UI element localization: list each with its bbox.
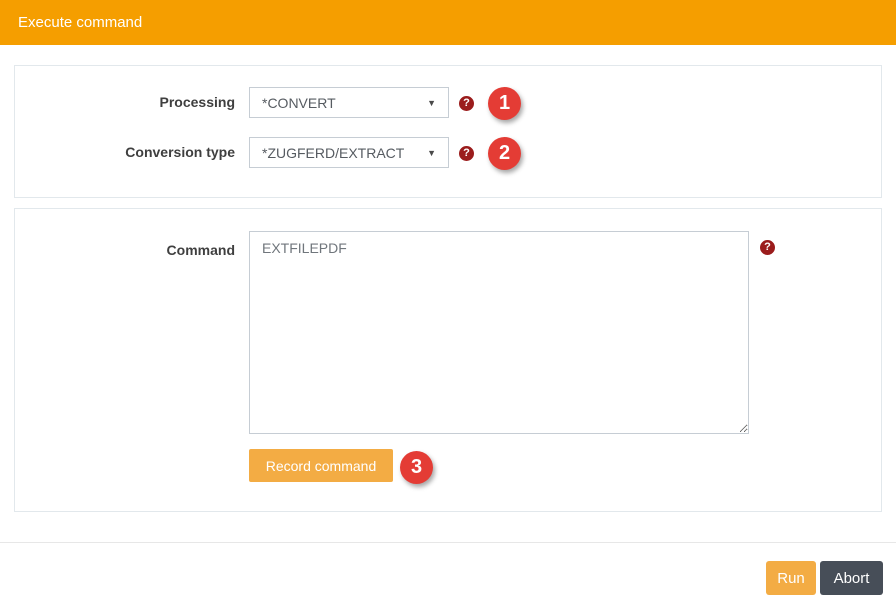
- command-textarea[interactable]: EXTFILEPDF: [249, 231, 749, 434]
- step-badge-3: 3: [400, 451, 433, 484]
- dialog-header: Execute command: [0, 0, 896, 45]
- record-command-button[interactable]: Record command: [249, 449, 393, 482]
- execute-command-dialog: Execute command Processing *CONVERT ▼ ? …: [0, 0, 896, 608]
- conversion-type-label: Conversion type: [15, 137, 235, 168]
- command-label: Command: [15, 235, 235, 266]
- dialog-title: Execute command: [18, 14, 142, 31]
- footer-divider: [0, 542, 896, 543]
- command-help-icon[interactable]: ?: [760, 240, 775, 255]
- processing-label: Processing: [15, 87, 235, 118]
- processing-select[interactable]: *CONVERT ▼: [249, 87, 449, 118]
- processing-help-icon[interactable]: ?: [459, 96, 474, 111]
- processing-select-value: *CONVERT: [262, 95, 421, 111]
- conversion-type-select[interactable]: *ZUGFERD/EXTRACT ▼: [249, 137, 449, 168]
- options-panel: Processing *CONVERT ▼ ? 1 Conversion typ…: [14, 65, 882, 198]
- chevron-down-icon: ▼: [427, 148, 436, 158]
- chevron-down-icon: ▼: [427, 98, 436, 108]
- step-badge-1: 1: [488, 87, 521, 120]
- conversion-type-help-icon[interactable]: ?: [459, 146, 474, 161]
- command-panel: Command EXTFILEPDF ? Record command 3: [14, 208, 882, 512]
- step-badge-2: 2: [488, 137, 521, 170]
- conversion-type-select-value: *ZUGFERD/EXTRACT: [262, 145, 421, 161]
- abort-button[interactable]: Abort: [820, 561, 883, 595]
- run-button[interactable]: Run: [766, 561, 816, 595]
